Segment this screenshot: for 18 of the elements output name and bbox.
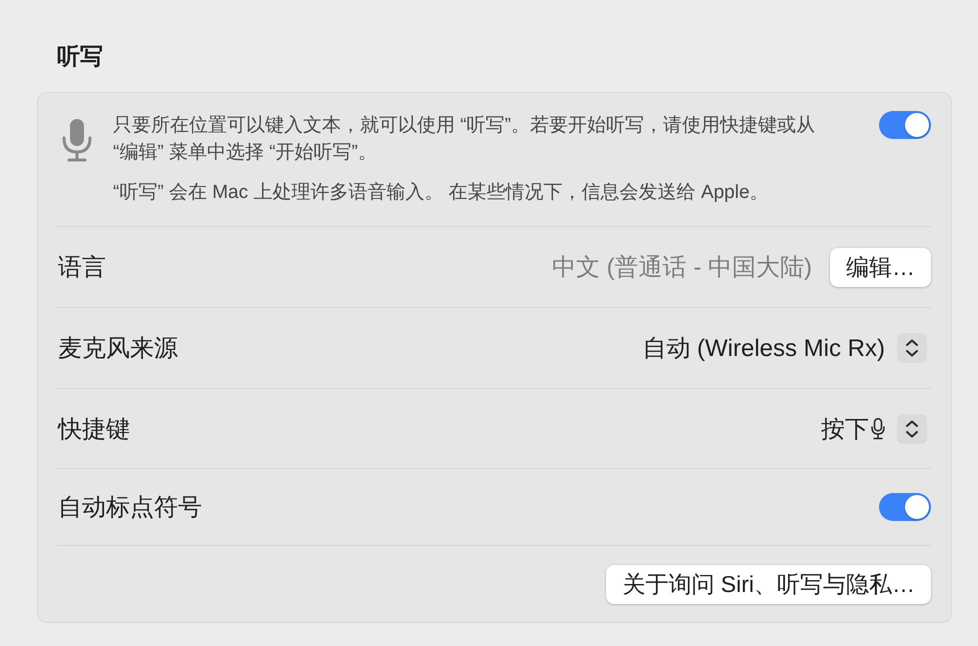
description-text: 只要所在位置可以键入文本，就可以使用 “听写”。若要开始听写，请使用快捷键或从 “编辑” 菜单中选择 “开始听写”。 bbox=[113, 114, 816, 165]
setting-value: 中文 (普通话 - 中国大陆) bbox=[552, 253, 812, 283]
toggle-switch[interactable] bbox=[879, 493, 931, 521]
edit-button[interactable]: 编辑… bbox=[830, 248, 931, 286]
popup-value[interactable]: 按下 bbox=[821, 412, 869, 444]
section-title: 听写 bbox=[57, 42, 103, 71]
microphone-icon bbox=[871, 418, 885, 440]
up-down-arrows-icon[interactable] bbox=[897, 414, 927, 444]
setting-label: 快捷键 bbox=[58, 414, 130, 444]
setting-label: 语言 bbox=[58, 253, 106, 283]
setting-label: 麦克风来源 bbox=[58, 334, 178, 364]
popup-value[interactable]: 自动 (Wireless Mic Rx) bbox=[642, 332, 885, 364]
note-text: “听写” 会在 Mac 上处理许多语音输入。 在某些情况下，信息会发送给 Apple。 bbox=[113, 181, 769, 205]
toggle-switch[interactable] bbox=[879, 111, 931, 139]
privacy-button[interactable]: 关于询问 Siri、听写与隐私… bbox=[606, 565, 931, 604]
microphone-icon bbox=[61, 119, 93, 162]
up-down-arrows-icon[interactable] bbox=[897, 333, 927, 363]
setting-label: 自动标点符号 bbox=[58, 493, 202, 523]
